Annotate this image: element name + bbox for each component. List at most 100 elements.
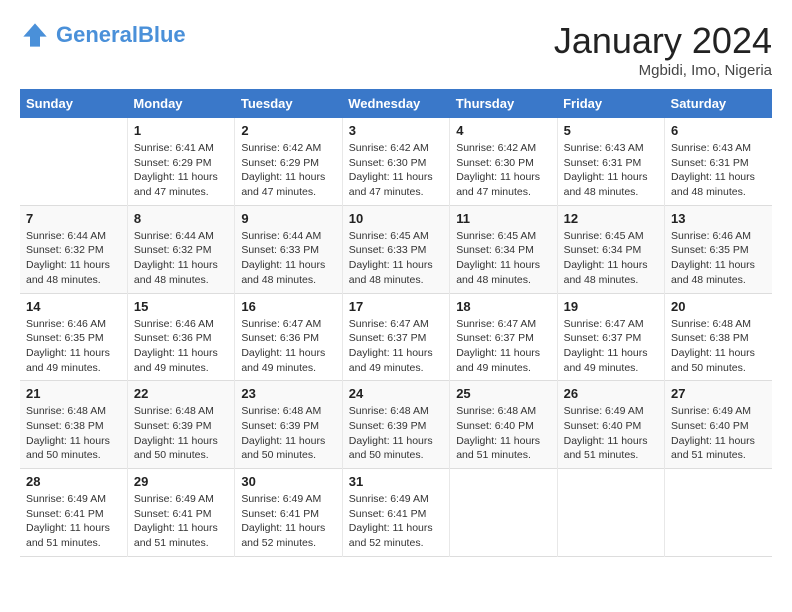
- day-number: 20: [671, 299, 766, 314]
- day-info: Sunrise: 6:46 AMSunset: 6:36 PMDaylight:…: [134, 317, 228, 376]
- day-info: Sunrise: 6:46 AMSunset: 6:35 PMDaylight:…: [671, 229, 766, 288]
- day-info: Sunrise: 6:47 AMSunset: 6:36 PMDaylight:…: [241, 317, 335, 376]
- day-number: 6: [671, 123, 766, 138]
- day-info: Sunrise: 6:42 AMSunset: 6:29 PMDaylight:…: [241, 141, 335, 200]
- col-header-saturday: Saturday: [665, 89, 772, 118]
- day-number: 5: [564, 123, 658, 138]
- title-block: January 2024 Mgbidi, Imo, Nigeria: [554, 20, 772, 79]
- logo: GeneralBlue: [20, 20, 186, 50]
- day-number: 15: [134, 299, 228, 314]
- day-number: 13: [671, 211, 766, 226]
- calendar-cell: 17Sunrise: 6:47 AMSunset: 6:37 PMDayligh…: [342, 293, 449, 381]
- day-info: Sunrise: 6:43 AMSunset: 6:31 PMDaylight:…: [564, 141, 658, 200]
- calendar-cell: 19Sunrise: 6:47 AMSunset: 6:37 PMDayligh…: [557, 293, 664, 381]
- day-number: 25: [456, 386, 550, 401]
- calendar-cell: 31 Sunrise: 6:49 AMSunset: 6:41 PMDayligh…: [342, 469, 449, 557]
- day-number: 14: [26, 299, 121, 314]
- col-header-monday: Monday: [127, 89, 234, 118]
- day-info: Sunrise: 6:48 AMSunset: 6:38 PMDaylight:…: [26, 404, 121, 463]
- calendar-cell: 9 Sunrise: 6:44 AMSunset: 6:33 PMDaylight…: [235, 205, 342, 293]
- day-number: 27: [671, 386, 766, 401]
- day-info: Sunrise: 6:49 AMSunset: 6:41 PMDaylight:…: [241, 492, 335, 551]
- day-number: 31: [349, 474, 443, 489]
- calendar-cell: 4Sunrise: 6:42 AMSunset: 6:30 PMDaylight…: [450, 118, 557, 205]
- calendar-cell: 14 Sunrise: 6:46 AMSunset: 6:35 PMDayligh…: [20, 293, 127, 381]
- day-number: 28: [26, 474, 121, 489]
- day-info: Sunrise: 6:48 AMSunset: 6:39 PMDaylight:…: [134, 404, 228, 463]
- calendar-cell: [557, 469, 664, 557]
- day-info: Sunrise: 6:48 AMSunset: 6:39 PMDaylight:…: [241, 404, 335, 463]
- day-info: Sunrise: 6:49 AMSunset: 6:40 PMDaylight:…: [671, 404, 766, 463]
- calendar-cell: 1 Sunrise: 6:41 AMSunset: 6:29 PMDaylight…: [127, 118, 234, 205]
- logo-icon: [20, 20, 50, 50]
- day-info: Sunrise: 6:44 AMSunset: 6:32 PMDaylight:…: [26, 229, 121, 288]
- calendar-cell: [450, 469, 557, 557]
- calendar-week-row: 7 Sunrise: 6:44 AMSunset: 6:32 PMDaylight…: [20, 205, 772, 293]
- calendar-cell: 23 Sunrise: 6:48 AMSunset: 6:39 PMDayligh…: [235, 381, 342, 469]
- calendar-cell: 29 Sunrise: 6:49 AMSunset: 6:41 PMDayligh…: [127, 469, 234, 557]
- calendar-cell: 16 Sunrise: 6:47 AMSunset: 6:36 PMDayligh…: [235, 293, 342, 381]
- day-info: Sunrise: 6:44 AMSunset: 6:33 PMDaylight:…: [241, 229, 335, 288]
- calendar-table: SundayMondayTuesdayWednesdayThursdayFrid…: [20, 89, 772, 557]
- day-info: Sunrise: 6:47 AMSunset: 6:37 PMDaylight:…: [456, 317, 550, 376]
- day-info: Sunrise: 6:45 AMSunset: 6:34 PMDaylight:…: [564, 229, 658, 288]
- calendar-cell: 20 Sunrise: 6:48 AMSunset: 6:38 PMDayligh…: [665, 293, 772, 381]
- day-info: Sunrise: 6:44 AMSunset: 6:32 PMDaylight:…: [134, 229, 228, 288]
- day-info: Sunrise: 6:49 AMSunset: 6:40 PMDaylight:…: [564, 404, 658, 463]
- day-info: Sunrise: 6:42 AMSunset: 6:30 PMDaylight:…: [349, 141, 443, 200]
- day-info: Sunrise: 6:48 AMSunset: 6:39 PMDaylight:…: [349, 404, 443, 463]
- calendar-cell: 3 Sunrise: 6:42 AMSunset: 6:30 PMDaylight…: [342, 118, 449, 205]
- col-header-wednesday: Wednesday: [342, 89, 449, 118]
- location: Mgbidi, Imo, Nigeria: [554, 62, 772, 79]
- calendar-week-row: 28 Sunrise: 6:49 AMSunset: 6:41 PMDayligh…: [20, 469, 772, 557]
- day-info: Sunrise: 6:42 AMSunset: 6:30 PMDaylight:…: [456, 141, 550, 200]
- day-number: 29: [134, 474, 228, 489]
- calendar-cell: 11Sunrise: 6:45 AMSunset: 6:34 PMDayligh…: [450, 205, 557, 293]
- day-number: 23: [241, 386, 335, 401]
- day-number: 1: [134, 123, 228, 138]
- day-number: 17: [349, 299, 443, 314]
- col-header-sunday: Sunday: [20, 89, 127, 118]
- calendar-cell: 8 Sunrise: 6:44 AMSunset: 6:32 PMDaylight…: [127, 205, 234, 293]
- day-info: Sunrise: 6:43 AMSunset: 6:31 PMDaylight:…: [671, 141, 766, 200]
- calendar-cell: 26 Sunrise: 6:49 AMSunset: 6:40 PMDayligh…: [557, 381, 664, 469]
- day-number: 2: [241, 123, 335, 138]
- calendar-cell: 24 Sunrise: 6:48 AMSunset: 6:39 PMDayligh…: [342, 381, 449, 469]
- calendar-cell: 27 Sunrise: 6:49 AMSunset: 6:40 PMDayligh…: [665, 381, 772, 469]
- calendar-header: SundayMondayTuesdayWednesdayThursdayFrid…: [20, 89, 772, 118]
- day-number: 11: [456, 211, 550, 226]
- calendar-week-row: 14 Sunrise: 6:46 AMSunset: 6:35 PMDayligh…: [20, 293, 772, 381]
- calendar-week-row: 1 Sunrise: 6:41 AMSunset: 6:29 PMDaylight…: [20, 118, 772, 205]
- calendar-cell: 21Sunrise: 6:48 AMSunset: 6:38 PMDayligh…: [20, 381, 127, 469]
- day-number: 8: [134, 211, 228, 226]
- calendar-cell: 25 Sunrise: 6:48 AMSunset: 6:40 PMDayligh…: [450, 381, 557, 469]
- day-number: 16: [241, 299, 335, 314]
- day-number: 7: [26, 211, 121, 226]
- col-header-friday: Friday: [557, 89, 664, 118]
- calendar-cell: 30Sunrise: 6:49 AMSunset: 6:41 PMDayligh…: [235, 469, 342, 557]
- day-info: Sunrise: 6:48 AMSunset: 6:38 PMDaylight:…: [671, 317, 766, 376]
- calendar-cell: 10 Sunrise: 6:45 AMSunset: 6:33 PMDayligh…: [342, 205, 449, 293]
- logo-text: GeneralBlue: [56, 24, 186, 46]
- day-info: Sunrise: 6:49 AMSunset: 6:41 PMDaylight:…: [26, 492, 121, 551]
- day-info: Sunrise: 6:48 AMSunset: 6:40 PMDaylight:…: [456, 404, 550, 463]
- calendar-cell: 13 Sunrise: 6:46 AMSunset: 6:35 PMDayligh…: [665, 205, 772, 293]
- day-info: Sunrise: 6:41 AMSunset: 6:29 PMDaylight:…: [134, 141, 228, 200]
- day-number: 26: [564, 386, 658, 401]
- day-info: Sunrise: 6:45 AMSunset: 6:33 PMDaylight:…: [349, 229, 443, 288]
- day-info: Sunrise: 6:49 AMSunset: 6:41 PMDaylight:…: [134, 492, 228, 551]
- day-number: 10: [349, 211, 443, 226]
- calendar-cell: 18Sunrise: 6:47 AMSunset: 6:37 PMDayligh…: [450, 293, 557, 381]
- calendar-cell: 2 Sunrise: 6:42 AMSunset: 6:29 PMDaylight…: [235, 118, 342, 205]
- day-info: Sunrise: 6:46 AMSunset: 6:35 PMDaylight:…: [26, 317, 121, 376]
- page-header: GeneralBlue January 2024 Mgbidi, Imo, Ni…: [20, 20, 772, 79]
- day-info: Sunrise: 6:49 AMSunset: 6:41 PMDaylight:…: [349, 492, 443, 551]
- calendar-cell: 6 Sunrise: 6:43 AMSunset: 6:31 PMDaylight…: [665, 118, 772, 205]
- day-number: 3: [349, 123, 443, 138]
- calendar-week-row: 21Sunrise: 6:48 AMSunset: 6:38 PMDayligh…: [20, 381, 772, 469]
- day-number: 24: [349, 386, 443, 401]
- calendar-cell: [20, 118, 127, 205]
- col-header-thursday: Thursday: [450, 89, 557, 118]
- day-number: 9: [241, 211, 335, 226]
- calendar-cell: [665, 469, 772, 557]
